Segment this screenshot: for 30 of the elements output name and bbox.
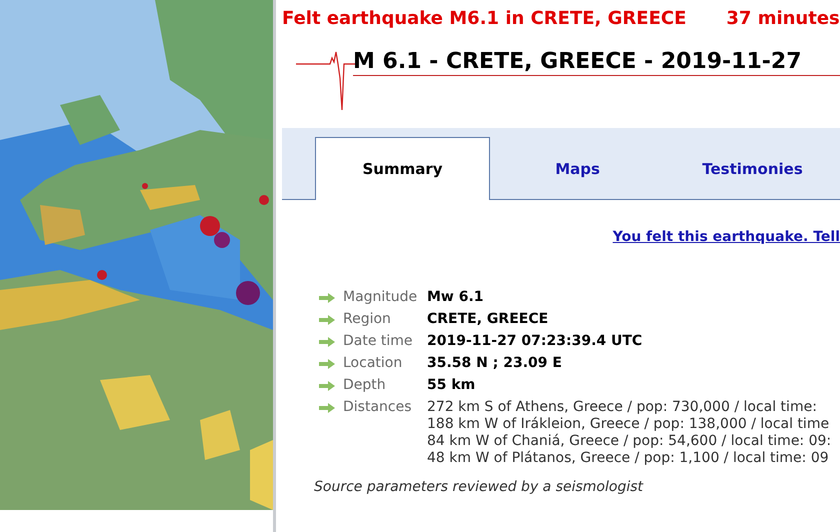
detail-label: Depth [343,377,387,393]
tab[interactable]: Testimonies [665,137,840,200]
arrow-icon [319,381,335,391]
detail-label: Distances [343,399,413,415]
event-title: M 6.1 - CRETE, GREECE - 2019-11-27 [353,49,840,76]
detail-value: Mw 6.1 [427,289,485,306]
detail-label: Date time [343,333,414,349]
detail-value: 2019-11-27 07:23:39.4 UTC [427,333,644,350]
detail-value: 84 km W of Chaniá, Greece / pop: 54,600 / local time: 09: [427,433,832,450]
detail-value: CRETE, GREECE [427,311,550,328]
arrow-icon [319,315,335,325]
detail-value: 48 km W of Plátanos, Greece / pop: 1,100 / local time: 09 [427,450,830,467]
alert-title: Felt earthquake M6.1 in CRETE, GREECE [282,8,686,28]
review-note: Source parameters reviewed by a seismologist [314,479,644,495]
detail-value: 35.58 N ; 23.09 E [427,355,563,372]
detail-value: 55 km [427,377,476,394]
tab[interactable]: Maps [490,137,666,200]
detail-label: Region [343,311,392,327]
detail-value: 188 km W of Irákleion, Greece / pop: 138,000 / local time [427,416,830,433]
alert-time: 37 minutes [726,8,840,28]
detail-label: Location [343,355,404,371]
arrow-icon [319,403,335,413]
arrow-icon [319,359,335,369]
felt-report-link[interactable]: You felt this earthquake. Tell [612,229,840,245]
arrow-icon [319,293,335,303]
seismogram-icon [296,50,356,110]
arrow-icon [319,337,335,347]
detail-label: Magnitude [343,289,418,305]
detail-value: 272 km S of Athens, Greece / pop: 730,000 / local time: [427,399,818,416]
tab[interactable]: Summary [315,137,490,200]
